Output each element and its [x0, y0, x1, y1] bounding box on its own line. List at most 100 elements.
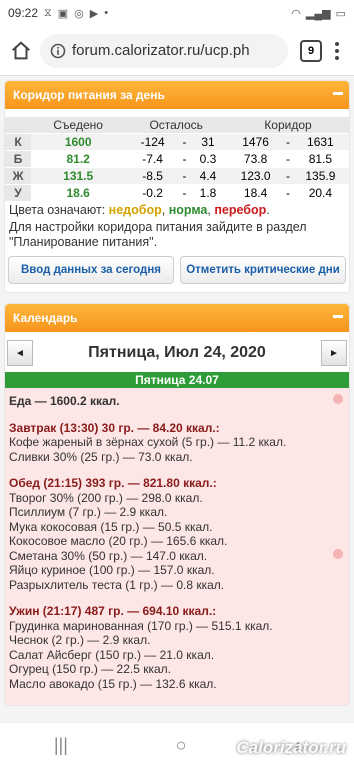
left-to: 1.8 — [189, 183, 228, 201]
prev-day-button[interactable]: ◄ — [7, 340, 33, 366]
meal-title: Ужин (21:17) 487 гр. — 694.10 ккал.: — [9, 604, 217, 618]
left-from: -7.4 — [125, 149, 180, 167]
table-row: Б 81.2 -7.4 - 0.3 73.8 - 81.5 — [5, 149, 349, 167]
image-icon: ▣ — [57, 7, 69, 20]
meal-item: Сливки 30% (25 гр.) — 73.0 ккал. — [9, 449, 193, 464]
meal-item: Кокосовое масло (20 гр.) — 165.6 ккал. — [9, 534, 228, 548]
day-header: Пятница 24.07 — [5, 372, 349, 388]
left-to: 31 — [189, 132, 228, 150]
eaten-value: 1600 — [31, 132, 126, 150]
row-label: Ж — [5, 166, 31, 184]
sync-icon: ⧖ — [44, 6, 52, 19]
dash: - — [284, 166, 292, 184]
calendar-nav: ◄ Пятница, Июл 24, 2020 ► — [5, 332, 349, 372]
meal-item: Мука кокосовая (15 гр.) — 50.5 ккал. — [9, 519, 213, 534]
meal-item: Яйцо куриное (100 гр.) — 157.0 ккал. — [9, 563, 215, 577]
table-row: У 18.6 -0.2 - 1.8 18.4 - 20.4 — [5, 183, 349, 201]
dash: - — [179, 132, 190, 150]
header-corridor: Коридор — [227, 117, 349, 133]
dot-icon: • — [104, 7, 109, 19]
calendar-panel: Календарь ◄ Пятница, Июл 24, 2020 ► Пятн… — [4, 303, 350, 706]
collapse-icon[interactable] — [333, 315, 343, 318]
status-time: 09:22 — [8, 6, 39, 20]
row-label: Б — [5, 149, 31, 167]
calendar-title: Календарь — [13, 311, 78, 325]
wifi-icon: ◠ — [291, 7, 301, 20]
left-to: 0.3 — [189, 149, 228, 167]
left-to: 4.4 — [189, 166, 228, 184]
overflow-menu-icon[interactable] — [328, 41, 346, 60]
calendar-panel-header[interactable]: Календарь — [5, 304, 349, 332]
setup-text: Для настройки коридора питания зайдите в… — [9, 220, 307, 249]
dash: - — [179, 149, 190, 167]
next-day-button[interactable]: ► — [321, 340, 347, 366]
legend-comma: , — [161, 203, 169, 217]
corridor-from: 123.0 — [227, 166, 285, 184]
eaten-value: 131.5 — [31, 166, 126, 184]
eaten-value: 81.2 — [31, 149, 126, 167]
home-circle-icon[interactable]: ○ — [176, 735, 187, 756]
dash: - — [179, 166, 190, 184]
corridor-panel-header[interactable]: Коридор питания за день — [5, 81, 349, 109]
day-total: Еда — 1600.2 ккал. — [5, 394, 349, 409]
color-legend: Цвета означают: недобор, норма, перебор. — [5, 201, 349, 218]
corridor-to: 135.9 — [291, 166, 349, 184]
lock-icon — [50, 43, 66, 58]
meal-item: Разрыхлитель теста (1 гр.) — 0.8 ккал. — [9, 577, 225, 592]
dash: - — [284, 132, 292, 150]
corridor-panel: Коридор питания за день Съедено Осталось… — [4, 80, 350, 293]
status-right: ◠ ▂▄▆ ▭ — [291, 7, 346, 20]
meal-item: Сметана 30% (50 гр.) — 147.0 ккал. — [5, 548, 349, 564]
day-total-text: Еда — 1600.2 ккал. — [9, 394, 120, 408]
day-entry: Пятница 24.07 Еда — 1600.2 ккал. Завтрак… — [5, 372, 349, 705]
eaten-value: 18.6 — [31, 183, 126, 201]
left-from: -124 — [125, 132, 180, 150]
address-bar[interactable]: forum.calorizator.ru/ucp.ph — [40, 33, 288, 68]
corridor-from: 18.4 — [227, 183, 285, 201]
watermark: Calorizator.ru — [236, 738, 346, 757]
dash: - — [284, 149, 292, 167]
mark-critical-days-button[interactable]: Отметить критические дни — [180, 256, 346, 284]
home-icon[interactable] — [8, 38, 34, 64]
meal-item: Творог 30% (200 гр.) — 298.0 ккал. — [9, 490, 203, 505]
header-eaten: Съедено — [31, 117, 126, 133]
dash: - — [284, 183, 292, 201]
signal-icon: ▂▄▆ — [305, 7, 331, 20]
apple-icon — [333, 548, 343, 559]
action-buttons: Ввод данных за сегодня Отметить критичес… — [5, 250, 349, 292]
dash: - — [179, 183, 190, 201]
meal-item: Масло авокадо (15 гр.) — 132.6 ккал. — [9, 676, 217, 691]
meal-item: Салат Айсберг (150 гр.) — 21.0 ккал. — [9, 647, 215, 662]
header-blank — [5, 117, 31, 133]
meal-item: Псиллиум (7 гр.) — 2.9 ккал. — [9, 505, 168, 519]
legend-under: недобор — [108, 203, 162, 217]
tab-switcher-button[interactable]: 9 — [300, 39, 322, 62]
apple-icon — [333, 394, 343, 404]
corridor-to: 81.5 — [291, 149, 349, 167]
calendar-date: Пятница, Июл 24, 2020 — [88, 344, 266, 361]
youtube-icon: ▶ — [89, 7, 99, 20]
status-icons: ⧖ ▣ ◎ ▶ • — [44, 7, 108, 20]
legend-norm: норма — [168, 203, 208, 217]
url-text: forum.calorizator.ru/ucp.ph — [72, 42, 250, 59]
recents-icon[interactable]: ||| — [54, 735, 68, 756]
table-row: К 1600 -124 - 31 1476 - 1631 — [5, 132, 349, 150]
row-label: У — [5, 183, 31, 201]
status-bar: 09:22 ⧖ ▣ ◎ ▶ • ◠ ▂▄▆ ▭ — [0, 0, 354, 26]
meal-title: Завтрак (13:30) 30 гр. — 84.20 ккал.: — [9, 420, 220, 435]
corridor-title: Коридор питания за день — [13, 88, 165, 102]
corridor-from: 1476 — [227, 132, 285, 150]
left-from: -0.2 — [125, 183, 180, 201]
meal-item: Чеснок (2 гр.) — 2.9 ккал. — [9, 633, 151, 647]
collapse-icon[interactable] — [333, 92, 343, 95]
browser-toolbar: forum.calorizator.ru/ucp.ph 9 — [0, 26, 354, 76]
corridor-table: Съедено Осталось Коридор К 1600 -124 - 3… — [5, 117, 349, 201]
table-row: Ж 131.5 -8.5 - 4.4 123.0 - 135.9 — [5, 166, 349, 184]
meal-title: Обед (21:15) 393 гр. — 821.80 ккал.: — [9, 476, 217, 490]
row-label: К — [5, 132, 31, 150]
legend-dot: . — [266, 203, 270, 217]
meal-item-text: Сметана 30% (50 гр.) — 147.0 ккал. — [9, 548, 208, 563]
enter-data-button[interactable]: Ввод данных за сегодня — [8, 256, 174, 284]
meal-item: Грудинка маринованная (170 гр.) — 515.1 … — [9, 618, 273, 633]
header-left: Осталось — [125, 117, 228, 133]
